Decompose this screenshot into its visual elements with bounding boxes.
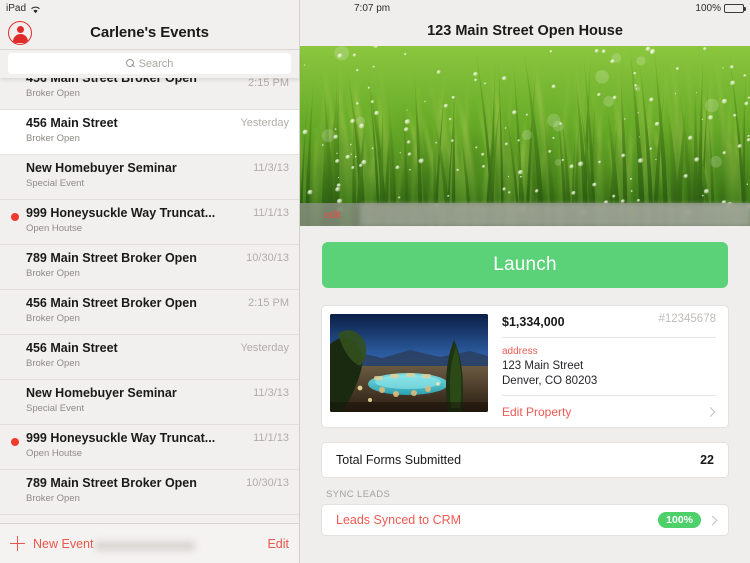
event-title: New Homebuyer Seminar — [26, 386, 177, 400]
hero-image: edit — [300, 46, 750, 226]
event-title: 456 Main Street — [26, 341, 118, 355]
launch-button[interactable]: Launch — [322, 242, 728, 288]
hero-edit-bar: edit — [300, 203, 750, 226]
event-subtitle: Broker Open — [26, 493, 80, 504]
address-label: address — [502, 346, 538, 357]
event-subtitle: Broker Open — [26, 313, 80, 324]
property-price: $1,334,000 — [502, 315, 565, 329]
address-line-2: Denver, CO 80203 — [502, 375, 598, 387]
mls-number: #12345678 — [658, 313, 716, 325]
event-title: 789 Main Street Broker Open — [26, 476, 197, 490]
list-item[interactable]: 999 Honeysuckle Way Truncat... Open Houts… — [0, 200, 299, 245]
event-subtitle: Special Event — [26, 178, 85, 189]
event-date: 2:15 PM — [248, 77, 289, 89]
plus-icon[interactable] — [10, 536, 25, 551]
list-item[interactable]: 456 Main Street Broker Open Yesterday — [0, 335, 299, 380]
list-item[interactable]: 456 Main Street Broker Open Broker Open 2:… — [0, 290, 299, 335]
event-subtitle: Broker Open — [26, 133, 80, 144]
new-event-button[interactable]: New Event — [33, 537, 93, 551]
event-date: 11/1/13 — [253, 207, 289, 219]
unread-dot — [11, 438, 19, 446]
list-item[interactable]: 789 Main Street Broker Open Broker Open 10… — [0, 470, 299, 515]
list-item[interactable]: New Homebuyer Seminar Special Event 11/3/1… — [0, 155, 299, 200]
list-item[interactable]: 456 Main Street Broker Open Yesterday — [0, 110, 299, 155]
page-title: Carlene's Events — [90, 24, 209, 41]
event-date: 11/3/13 — [253, 162, 289, 174]
event-title: 999 Honeysuckle Way Truncat... — [26, 206, 216, 220]
event-title: 789 Main Street Broker Open — [26, 251, 197, 265]
list-item[interactable]: 789 Main Street Broker Open Broker Open 10… — [0, 245, 299, 290]
villa-pool-twilight-photo — [330, 314, 488, 412]
event-subtitle: Open Houtse — [26, 448, 82, 459]
clock: 7:07 pm — [354, 2, 391, 14]
battery-full-icon — [724, 3, 746, 13]
dewy-grass-photo — [300, 46, 750, 226]
unread-dot — [11, 213, 19, 221]
event-title: New Homebuyer Seminar — [26, 161, 177, 175]
event-subtitle: Open Houtse — [26, 223, 82, 234]
right-status-bar: 7:07 pm 100% — [300, 0, 750, 16]
wifi-icon — [30, 5, 41, 14]
battery-percent-label: 100% — [695, 2, 721, 14]
hero-blur-strip — [360, 203, 750, 226]
leads-synced-label: Leads Synced to CRM — [336, 513, 462, 527]
left-status-bar: iPad — [0, 0, 299, 16]
detail-title: 123 Main Street Open House — [427, 23, 623, 39]
event-title: 456 Main Street Broker Open — [26, 296, 197, 310]
property-card: $1,334,000 #12345678 address 123 Main St… — [322, 306, 728, 427]
property-details: $1,334,000 #12345678 address 123 Main St… — [488, 306, 728, 427]
edit-list-button[interactable]: Edit — [267, 537, 289, 551]
event-date: 11/3/13 — [253, 387, 289, 399]
leads-synced-row[interactable]: Leads Synced to CRM 100% — [322, 505, 728, 535]
event-date: Yesterday — [240, 342, 289, 354]
event-subtitle: Special Event — [26, 403, 85, 414]
search-bar-container: Search — [0, 50, 299, 78]
address-row: address 123 Main Street Denver, CO 80203 — [502, 338, 716, 396]
events-sidebar: iPad Carlene's Events Search 456 Main St… — [0, 0, 300, 563]
person-avatar-icon[interactable] — [8, 20, 32, 45]
sidebar-navbar: Carlene's Events — [0, 16, 299, 50]
total-forms-row[interactable]: Total Forms Submitted 22 — [322, 443, 728, 477]
device-label: iPad — [6, 2, 27, 14]
edit-property-button[interactable]: Edit Property — [502, 396, 571, 427]
event-list[interactable]: 456 Main Street Broker Open Broker Open 2:… — [0, 70, 299, 523]
event-detail-pane: 7:07 pm 100% 123 Main Street Open House — [300, 0, 750, 563]
event-subtitle: Broker Open — [26, 268, 80, 279]
address-line-1: 123 Main Street — [502, 360, 584, 372]
search-placeholder: Search — [138, 57, 174, 70]
avatar-head — [16, 25, 24, 33]
event-subtitle: Broker Open — [26, 358, 80, 369]
ipad-app-window: iPad Carlene's Events Search 456 Main St… — [0, 0, 750, 563]
search-icon — [125, 59, 135, 68]
sync-percent-badge: 100% — [658, 512, 701, 528]
sync-leads-section-header: SYNC LEADS — [326, 489, 391, 500]
chevron-right-icon — [707, 515, 718, 525]
event-date: 11/1/13 — [253, 432, 289, 444]
event-date: 10/30/13 — [246, 477, 289, 489]
list-item[interactable]: New Homebuyer Seminar Special Event 11/3/1… — [0, 380, 299, 425]
battery-status: 100% — [695, 2, 746, 14]
event-title: 999 Honeysuckle Way Truncat... — [26, 431, 216, 445]
redacted-area — [95, 541, 195, 551]
event-date: 2:15 PM — [248, 297, 289, 309]
property-thumbnail[interactable] — [330, 314, 488, 412]
total-forms-count: 22 — [700, 453, 714, 467]
edit-property-row[interactable]: Edit Property — [502, 396, 716, 427]
sidebar-footer: New Event Edit — [0, 523, 299, 563]
chevron-right-icon — [705, 406, 716, 417]
edit-photo-button[interactable]: edit — [324, 209, 341, 221]
detail-body: Launch $1,334,000 #12345678 address 123 … — [300, 226, 750, 563]
total-forms-label: Total Forms Submitted — [336, 453, 462, 467]
event-subtitle: Broker Open — [26, 88, 80, 99]
event-date: Yesterday — [240, 117, 289, 129]
search-input[interactable]: Search — [8, 53, 291, 74]
list-item[interactable]: 999 Honeysuckle Way Truncat... Open Houts… — [0, 425, 299, 470]
event-title: 456 Main Street — [26, 116, 118, 130]
price-row: $1,334,000 #12345678 — [502, 306, 716, 338]
event-date: 10/30/13 — [246, 252, 289, 264]
avatar-body — [12, 33, 28, 43]
